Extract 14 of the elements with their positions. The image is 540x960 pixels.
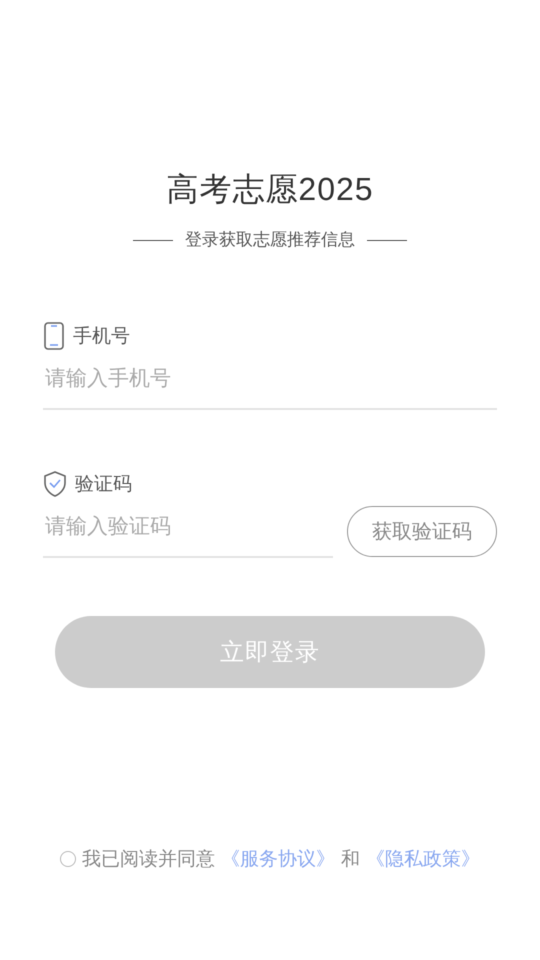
and-text: 和 [341,848,360,872]
code-input[interactable]: 请输入验证码 [43,498,333,558]
get-code-button[interactable]: 获取验证码 [347,506,497,557]
agree-checkbox[interactable] [60,851,76,867]
privacy-link[interactable]: 《隐私政策》 [366,846,480,872]
code-label: 验证码 [75,473,132,497]
agree-text: 我已阅读并同意 [82,848,215,872]
app-title: 高考志愿2025 [166,170,374,209]
phone-input[interactable]: 请输入手机号 [43,350,497,410]
phone-label: 手机号 [73,325,130,349]
shield-check-icon [43,471,67,497]
subtitle: 登录获取志愿推荐信息 [185,229,355,251]
phone-icon [43,322,65,350]
terms-link[interactable]: 《服务协议》 [221,846,335,872]
